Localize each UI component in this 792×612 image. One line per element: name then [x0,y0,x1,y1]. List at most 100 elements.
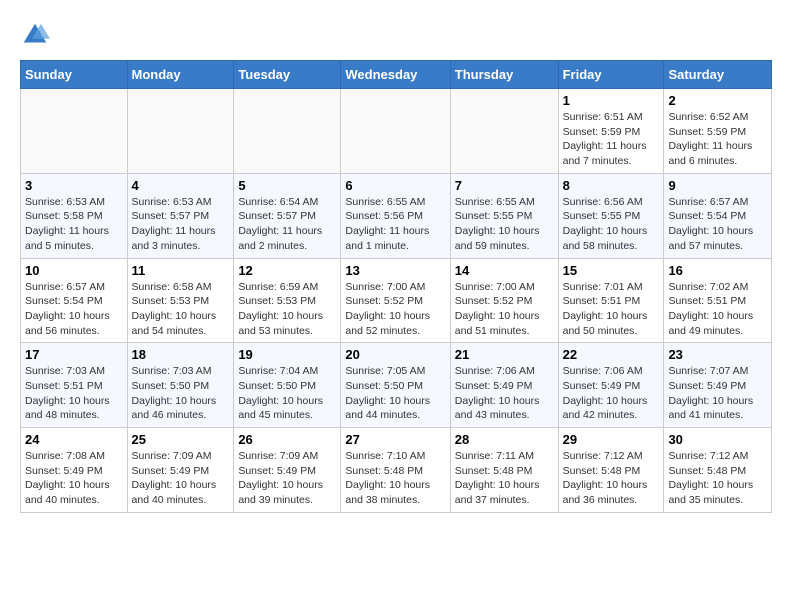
day-number: 7 [455,178,554,193]
day-of-week-header: Friday [558,61,664,89]
day-info: Sunrise: 6:59 AM Sunset: 5:53 PM Dayligh… [238,280,336,339]
day-info: Sunrise: 7:03 AM Sunset: 5:51 PM Dayligh… [25,364,123,423]
day-info: Sunrise: 7:12 AM Sunset: 5:48 PM Dayligh… [563,449,660,508]
calendar-day-cell [341,89,450,174]
calendar-week-row: 10Sunrise: 6:57 AM Sunset: 5:54 PM Dayli… [21,258,772,343]
day-info: Sunrise: 6:54 AM Sunset: 5:57 PM Dayligh… [238,195,336,254]
day-number: 12 [238,263,336,278]
calendar-day-cell [450,89,558,174]
day-of-week-header: Tuesday [234,61,341,89]
day-info: Sunrise: 7:00 AM Sunset: 5:52 PM Dayligh… [455,280,554,339]
calendar-day-cell: 13 Sunrise: 7:00 AM Sunset: 5:52 PM Dayli… [341,258,450,343]
day-number: 10 [25,263,123,278]
day-info: Sunrise: 6:58 AM Sunset: 5:53 PM Dayligh… [132,280,230,339]
day-info: Sunrise: 6:52 AM Sunset: 5:59 PM Dayligh… [668,110,767,169]
calendar-header-row: SundayMondayTuesdayWednesdayThursdayFrid… [21,61,772,89]
day-info: Sunrise: 7:06 AM Sunset: 5:49 PM Dayligh… [563,364,660,423]
calendar-day-cell: 3Sunrise: 6:53 AM Sunset: 5:58 PM Daylig… [21,173,128,258]
calendar-day-cell: 9Sunrise: 6:57 AM Sunset: 5:54 PM Daylig… [664,173,772,258]
day-number: 21 [455,347,554,362]
calendar-day-cell: 11 Sunrise: 6:58 AM Sunset: 5:53 PM Dayli… [127,258,234,343]
day-of-week-header: Monday [127,61,234,89]
day-number: 25 [132,432,230,447]
calendar-day-cell [127,89,234,174]
day-number: 11 [132,263,230,278]
calendar-day-cell: 20Sunrise: 7:05 AM Sunset: 5:50 PM Dayli… [341,343,450,428]
day-info: Sunrise: 7:03 AM Sunset: 5:50 PM Dayligh… [132,364,230,423]
calendar-day-cell: 14 Sunrise: 7:00 AM Sunset: 5:52 PM Dayli… [450,258,558,343]
day-info: Sunrise: 6:57 AM Sunset: 5:54 PM Dayligh… [668,195,767,254]
day-number: 30 [668,432,767,447]
day-number: 24 [25,432,123,447]
day-of-week-header: Wednesday [341,61,450,89]
calendar-week-row: 1 Sunrise: 6:51 AM Sunset: 5:59 PM Daylig… [21,89,772,174]
calendar-day-cell: 22 Sunrise: 7:06 AM Sunset: 5:49 PM Dayli… [558,343,664,428]
calendar-day-cell: 25 Sunrise: 7:09 AM Sunset: 5:49 PM Dayli… [127,428,234,513]
calendar-day-cell: 4 Sunrise: 6:53 AM Sunset: 5:57 PM Daylig… [127,173,234,258]
day-number: 26 [238,432,336,447]
day-info: Sunrise: 6:55 AM Sunset: 5:55 PM Dayligh… [455,195,554,254]
day-number: 14 [455,263,554,278]
day-number: 27 [345,432,445,447]
calendar-day-cell: 19 Sunrise: 7:04 AM Sunset: 5:50 PM Dayli… [234,343,341,428]
calendar-day-cell: 10Sunrise: 6:57 AM Sunset: 5:54 PM Dayli… [21,258,128,343]
calendar-day-cell: 12 Sunrise: 6:59 AM Sunset: 5:53 PM Dayli… [234,258,341,343]
day-number: 28 [455,432,554,447]
day-of-week-header: Thursday [450,61,558,89]
day-number: 3 [25,178,123,193]
calendar-day-cell: 15Sunrise: 7:01 AM Sunset: 5:51 PM Dayli… [558,258,664,343]
calendar-day-cell: 30 Sunrise: 7:12 AM Sunset: 5:48 PM Dayli… [664,428,772,513]
day-of-week-header: Sunday [21,61,128,89]
day-number: 23 [668,347,767,362]
day-number: 4 [132,178,230,193]
day-number: 6 [345,178,445,193]
day-info: Sunrise: 7:02 AM Sunset: 5:51 PM Dayligh… [668,280,767,339]
day-info: Sunrise: 7:10 AM Sunset: 5:48 PM Dayligh… [345,449,445,508]
calendar-day-cell: 8 Sunrise: 6:56 AM Sunset: 5:55 PM Daylig… [558,173,664,258]
day-number: 8 [563,178,660,193]
page-header [20,20,772,50]
day-info: Sunrise: 6:55 AM Sunset: 5:56 PM Dayligh… [345,195,445,254]
calendar-day-cell: 24 Sunrise: 7:08 AM Sunset: 5:49 PM Dayli… [21,428,128,513]
day-number: 5 [238,178,336,193]
day-number: 2 [668,93,767,108]
calendar-week-row: 3Sunrise: 6:53 AM Sunset: 5:58 PM Daylig… [21,173,772,258]
day-number: 22 [563,347,660,362]
calendar-day-cell: 29 Sunrise: 7:12 AM Sunset: 5:48 PM Dayli… [558,428,664,513]
calendar-day-cell [234,89,341,174]
day-number: 19 [238,347,336,362]
day-info: Sunrise: 7:04 AM Sunset: 5:50 PM Dayligh… [238,364,336,423]
day-number: 16 [668,263,767,278]
day-info: Sunrise: 7:12 AM Sunset: 5:48 PM Dayligh… [668,449,767,508]
day-info: Sunrise: 7:00 AM Sunset: 5:52 PM Dayligh… [345,280,445,339]
day-info: Sunrise: 7:09 AM Sunset: 5:49 PM Dayligh… [238,449,336,508]
calendar-day-cell: 16 Sunrise: 7:02 AM Sunset: 5:51 PM Dayli… [664,258,772,343]
calendar-day-cell [21,89,128,174]
calendar-day-cell: 17Sunrise: 7:03 AM Sunset: 5:51 PM Dayli… [21,343,128,428]
day-info: Sunrise: 7:11 AM Sunset: 5:48 PM Dayligh… [455,449,554,508]
calendar-day-cell: 7 Sunrise: 6:55 AM Sunset: 5:55 PM Daylig… [450,173,558,258]
logo-icon [20,20,50,50]
day-of-week-header: Saturday [664,61,772,89]
day-number: 1 [563,93,660,108]
day-info: Sunrise: 6:51 AM Sunset: 5:59 PM Dayligh… [563,110,660,169]
calendar-day-cell: 5 Sunrise: 6:54 AM Sunset: 5:57 PM Daylig… [234,173,341,258]
day-info: Sunrise: 7:06 AM Sunset: 5:49 PM Dayligh… [455,364,554,423]
day-info: Sunrise: 7:08 AM Sunset: 5:49 PM Dayligh… [25,449,123,508]
calendar-week-row: 24 Sunrise: 7:08 AM Sunset: 5:49 PM Dayli… [21,428,772,513]
day-info: Sunrise: 7:09 AM Sunset: 5:49 PM Dayligh… [132,449,230,508]
day-number: 29 [563,432,660,447]
day-number: 15 [563,263,660,278]
day-number: 13 [345,263,445,278]
calendar-week-row: 17Sunrise: 7:03 AM Sunset: 5:51 PM Dayli… [21,343,772,428]
calendar-day-cell: 26 Sunrise: 7:09 AM Sunset: 5:49 PM Dayli… [234,428,341,513]
calendar-day-cell: 23 Sunrise: 7:07 AM Sunset: 5:49 PM Dayli… [664,343,772,428]
logo [20,20,54,50]
day-info: Sunrise: 6:56 AM Sunset: 5:55 PM Dayligh… [563,195,660,254]
day-info: Sunrise: 7:07 AM Sunset: 5:49 PM Dayligh… [668,364,767,423]
calendar-day-cell: 6 Sunrise: 6:55 AM Sunset: 5:56 PM Daylig… [341,173,450,258]
calendar-table: SundayMondayTuesdayWednesdayThursdayFrid… [20,60,772,513]
day-number: 20 [345,347,445,362]
calendar-day-cell: 18Sunrise: 7:03 AM Sunset: 5:50 PM Dayli… [127,343,234,428]
day-info: Sunrise: 6:53 AM Sunset: 5:57 PM Dayligh… [132,195,230,254]
